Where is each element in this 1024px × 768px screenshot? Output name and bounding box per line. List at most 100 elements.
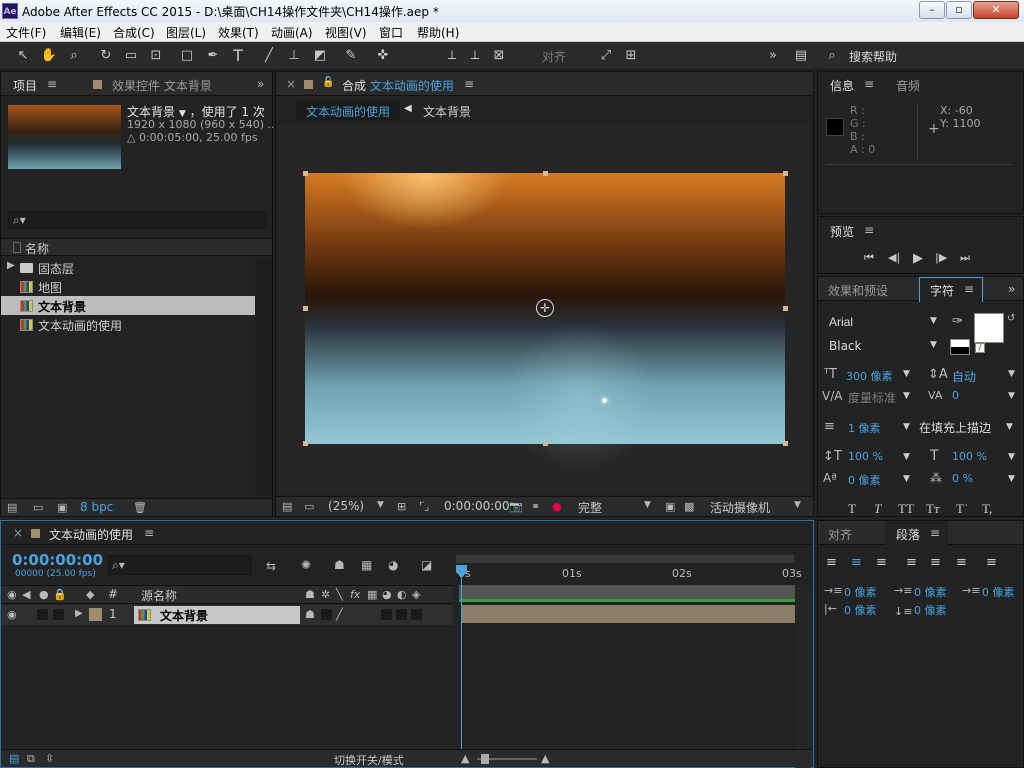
shy-layers-icon[interactable]: ☗ — [334, 558, 345, 572]
zoom-out-icon[interactable]: ▲ — [461, 752, 469, 765]
snapshot-icon[interactable]: 📷 — [509, 500, 523, 513]
previous-frame-icon[interactable]: ◀︎| — [888, 251, 900, 264]
chevron-down-icon[interactable]: ▼ — [903, 452, 910, 462]
stroke-mode-select[interactable]: 在填充上描边 — [919, 419, 991, 436]
time-ruler[interactable]: 0s 01s 02s 03s — [456, 566, 802, 584]
new-folder-icon[interactable]: ▭ — [33, 501, 43, 514]
tab-info[interactable]: 信息 — [830, 77, 854, 94]
clone-stamp-tool-icon[interactable]: ⊥ — [285, 47, 303, 65]
expand-layer-icon[interactable]: ▶ — [75, 608, 83, 619]
project-menu-icon[interactable]: ≡ — [47, 77, 57, 91]
solo-toggle[interactable] — [37, 609, 48, 620]
camera-view-select[interactable]: 活动摄像机 — [710, 499, 770, 516]
resolution-select[interactable]: 完整 — [578, 499, 602, 516]
composition-flowchart-icon[interactable]: ⇆ — [266, 559, 276, 573]
tab-project[interactable]: 项目 — [13, 77, 37, 94]
horizontal-scale-field[interactable]: 100 % — [952, 450, 987, 463]
search-help-input[interactable]: 搜索帮助 — [849, 48, 897, 65]
3d-layer-switch[interactable] — [411, 609, 422, 620]
stroke-width-field[interactable]: 1 像素 — [848, 420, 881, 436]
menu-view[interactable]: 视图(V) — [325, 24, 367, 41]
motion-blur-icon[interactable]: ◕ — [388, 558, 398, 572]
space-before-field[interactable]: 0 像素 — [844, 602, 877, 618]
list-item[interactable]: ▶ 固态层 — [1, 258, 255, 277]
visibility-eye-icon[interactable]: ◉ — [7, 608, 17, 621]
zoom-in-icon[interactable]: ▲ — [541, 752, 549, 765]
minimize-button[interactable]: – — [919, 1, 945, 19]
interpret-footage-icon[interactable]: ▤ — [7, 501, 17, 514]
timeline-current-time[interactable]: 0:00:00:00 — [12, 551, 103, 569]
menu-composition[interactable]: 合成(C) — [113, 24, 155, 41]
layer-handle[interactable] — [783, 306, 788, 311]
zoom-tool-icon[interactable]: ⌕ — [65, 47, 83, 65]
work-area-bar[interactable] — [459, 585, 795, 599]
align-center-icon[interactable]: ≡ — [851, 555, 862, 570]
table-row[interactable]: ◉ ▶ 1 文本背景 ☗ ╱ — [1, 605, 453, 625]
info-menu-icon[interactable]: ≡ — [864, 77, 874, 91]
chevron-down-icon[interactable]: ▼ — [903, 422, 910, 432]
faux-italic-icon[interactable]: T — [874, 501, 881, 517]
baseline-shift-field[interactable]: 0 像素 — [848, 472, 881, 488]
list-item[interactable]: 文本动画的使用 — [1, 315, 255, 334]
leading-field[interactable]: 自动 — [952, 368, 976, 385]
brush-tool-icon[interactable]: ╱ — [260, 47, 278, 65]
collapse-switch[interactable] — [321, 609, 332, 620]
justify-right-icon[interactable]: ≡ — [956, 555, 967, 570]
preview-menu-icon[interactable]: ≡ — [864, 223, 874, 237]
tab-effect-controls[interactable]: 效果控件 文本背景 — [112, 77, 212, 94]
tab-audio[interactable]: 音频 — [896, 77, 920, 94]
frame-blending-icon[interactable]: ▦ — [361, 558, 372, 572]
hand-tool-icon[interactable]: ✋ — [40, 47, 58, 65]
anchor-point-icon[interactable]: ✛ — [536, 299, 554, 317]
layer-label-color[interactable] — [89, 608, 102, 621]
timeline-search-input[interactable]: ⌕▾ — [108, 555, 251, 575]
bit-depth-button[interactable]: 8 bpc — [80, 500, 113, 514]
project-scrollbar[interactable] — [255, 258, 272, 496]
tab-effects-presets[interactable]: 效果和预设 — [828, 282, 888, 299]
justify-left-icon[interactable]: ≡ — [906, 555, 917, 570]
last-frame-icon[interactable]: ⏭ — [960, 251, 970, 265]
paragraph-menu-icon[interactable]: ≡ — [930, 526, 940, 540]
expand-arrow-icon[interactable]: ▶ — [7, 260, 15, 271]
show-snapshot-icon[interactable]: ⚭ — [531, 500, 540, 513]
always-preview-icon[interactable]: ▤ — [282, 500, 292, 513]
expand-toolbar-icon[interactable]: » — [764, 47, 782, 65]
chevron-down-icon[interactable]: ▼ — [1006, 422, 1013, 432]
black-white-swatch[interactable] — [950, 339, 970, 355]
composition-viewer[interactable]: ✛ — [278, 124, 811, 494]
world-axis-icon[interactable]: ⟂ — [466, 47, 484, 65]
indent-left-field[interactable]: 0 像素 — [844, 584, 877, 600]
tab-composition[interactable]: 合成 文本动画的使用 — [342, 77, 454, 94]
new-composition-icon[interactable]: ▣ — [57, 501, 67, 514]
chevron-down-icon[interactable]: ▼ — [1008, 369, 1015, 379]
tab-paragraph[interactable]: 段落 — [896, 526, 920, 543]
layer-switches-icon[interactable]: ▤ — [9, 752, 19, 765]
channel-icon[interactable]: ● — [552, 500, 562, 513]
menu-help[interactable]: 帮助(H) — [417, 24, 459, 41]
current-time[interactable]: 0:00:00:00 — [444, 499, 510, 513]
timeline-scrollbar[interactable] — [795, 585, 811, 768]
superscript-icon[interactable]: Tˈ — [956, 501, 968, 517]
monitor-icon[interactable]: ▭ — [304, 500, 314, 513]
shy-switch-icon[interactable]: ☗ — [305, 608, 315, 621]
layer-duration-bar[interactable] — [461, 605, 795, 623]
play-icon[interactable]: ▶ — [913, 251, 923, 266]
space-after-field[interactable]: 0 像素 — [914, 602, 947, 618]
faux-bold-icon[interactable]: T — [848, 501, 856, 517]
tsume-field[interactable]: 0 % — [952, 472, 973, 485]
justify-all-icon[interactable]: ≡ — [986, 555, 997, 570]
source-name-column-header[interactable]: 源名称 — [141, 587, 177, 604]
first-frame-icon[interactable]: ⏮ — [864, 251, 874, 265]
swap-colors-icon[interactable]: ↺ — [1007, 313, 1015, 324]
list-item-selected[interactable]: 文本背景 — [1, 296, 255, 315]
fast-preview-icon[interactable]: ▣ — [665, 500, 675, 513]
layer-handle[interactable] — [543, 441, 548, 446]
indent-first-field[interactable]: 0 像素 — [914, 584, 947, 600]
transparency-icon[interactable]: ▩ — [684, 500, 694, 513]
puppet-tool-icon[interactable]: ✜ — [374, 47, 392, 65]
close-tab-icon[interactable]: × — [13, 526, 23, 540]
align-left-icon[interactable]: ≡ — [826, 555, 837, 570]
panel-overflow-icon[interactable]: » — [1008, 282, 1015, 296]
chevron-down-icon[interactable]: ▼ — [1008, 474, 1015, 484]
list-item[interactable]: 地图 — [1, 277, 255, 296]
